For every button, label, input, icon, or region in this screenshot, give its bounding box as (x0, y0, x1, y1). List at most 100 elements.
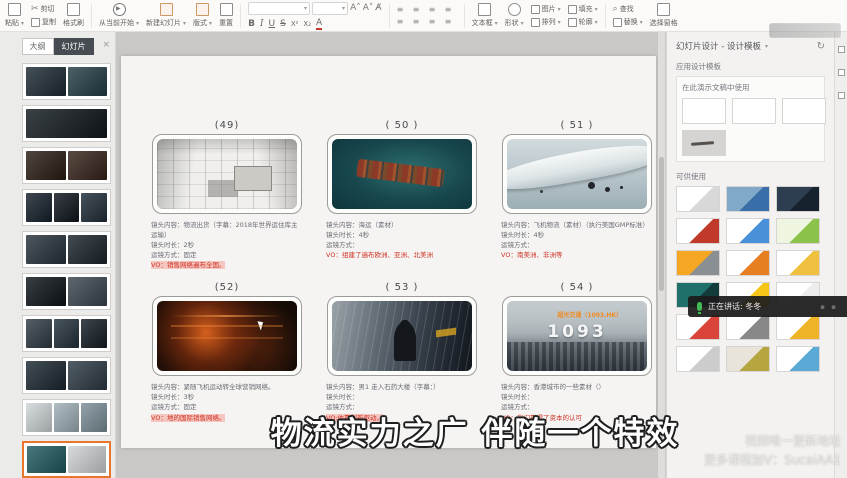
templates-panel-icon[interactable] (838, 46, 845, 53)
storyboard-card-52[interactable]: (52) 镜头内容：紧随飞机运动转全球营销网络。 镜头时长：3秒 运镜方式：固定… (151, 282, 303, 422)
slide-thumbnail[interactable] (22, 315, 111, 352)
current-slide[interactable]: (49) 镜头内容：物流出货（字幕：2018年世界运住库主运输） 镜头时长：2秒… (121, 56, 656, 448)
strikethrough-button[interactable]: S (280, 19, 286, 29)
slide-thumbnail[interactable] (22, 147, 111, 184)
line-spacing-icon[interactable]: ≡ (445, 17, 457, 26)
design-template-thumb[interactable] (776, 314, 820, 340)
align-center-icon[interactable]: ≡ (413, 17, 425, 26)
font-color-button[interactable]: A (316, 18, 322, 30)
decrease-font-icon[interactable]: A˅ (363, 4, 374, 13)
tab-slides[interactable]: 幻灯片 (54, 38, 94, 55)
slide-thumbnail[interactable] (22, 189, 111, 226)
picture-button[interactable]: 图片▾ (531, 4, 561, 14)
design-template-thumb[interactable] (776, 186, 820, 212)
card-number: ( 54 ) (561, 282, 594, 293)
play-from-current-button[interactable]: 从当前开始▾ (99, 3, 139, 28)
indent-increase-icon[interactable]: ≡ (445, 5, 457, 14)
new-slide-button[interactable]: 新建幻灯片▾ (146, 3, 186, 28)
shot-vo: VO：销售网络遍布全国。 (151, 261, 225, 269)
copy-button[interactable]: 复制 (31, 17, 56, 27)
indent-decrease-icon[interactable]: ≡ (429, 5, 441, 14)
align-right-icon[interactable]: ≡ (429, 17, 441, 26)
design-template-thumb[interactable] (676, 314, 720, 340)
paste-button[interactable]: 粘贴▾ (5, 3, 24, 28)
design-template-thumb-selected[interactable] (682, 130, 726, 156)
design-template-thumb[interactable] (726, 186, 770, 212)
slide-thumbnail[interactable] (22, 399, 111, 436)
increase-font-icon[interactable]: A˄ (350, 4, 361, 13)
text-box-button[interactable]: 文本框▾ (472, 3, 498, 28)
thumbnail-image (81, 403, 107, 432)
shapes-button[interactable]: 形状▾ (505, 3, 524, 28)
replace-button[interactable]: 替换▾ (613, 17, 643, 27)
font-family-select[interactable]: ▾ (248, 2, 310, 15)
shot-duration: 镜头时长： (501, 392, 653, 402)
reset-button[interactable]: 重置 (219, 3, 233, 28)
design-template-thumb[interactable] (776, 250, 820, 276)
thumbnail-image (26, 361, 66, 390)
design-template-thumb[interactable] (726, 250, 770, 276)
italic-button[interactable]: I (260, 19, 264, 29)
chevron-down-icon[interactable]: ▾ (765, 43, 768, 50)
superscript-button[interactable]: X² (291, 20, 299, 28)
design-template-thumb[interactable] (676, 218, 720, 244)
card-number: ( 53 ) (386, 282, 419, 293)
video-watermark: 视频唯一更新地址 更多课程加V：SucaiAA1 (704, 432, 841, 470)
microphone-icon (697, 302, 702, 311)
design-template-thumb[interactable] (776, 346, 820, 372)
align-left-icon[interactable]: ≡ (397, 17, 409, 26)
card-image-frame (152, 296, 302, 376)
subscript-button[interactable]: X₂ (303, 20, 311, 28)
thumbnail-image (54, 193, 80, 222)
close-icon[interactable]: × (102, 40, 110, 50)
in-document-templates: 在此演示文稿中使用 (676, 76, 825, 162)
slide-thumbnail[interactable] (22, 63, 111, 100)
underline-button[interactable]: U (269, 19, 276, 29)
color-scheme-icon[interactable] (838, 69, 845, 76)
design-template-thumb[interactable] (676, 346, 720, 372)
outline-button[interactable]: 轮廓▾ (568, 17, 598, 27)
design-template-thumb[interactable] (726, 218, 770, 244)
format-painter-button[interactable]: 格式刷 (63, 3, 84, 28)
bullet-list-icon[interactable]: ≡ (397, 5, 409, 14)
design-template-thumb[interactable] (676, 250, 720, 276)
animation-panel-icon[interactable] (838, 92, 845, 99)
design-template-thumb[interactable] (726, 314, 770, 340)
cut-button[interactable]: ✂剪切 (31, 4, 56, 14)
slide-thumbnail[interactable] (22, 105, 111, 142)
tab-outline[interactable]: 大纲 (22, 38, 54, 55)
design-template-thumb[interactable] (726, 346, 770, 372)
slide-thumbnail[interactable] (22, 357, 111, 394)
design-template-thumb[interactable] (682, 98, 726, 124)
speaking-text: 正在讲话: 冬冬 (708, 301, 761, 312)
thumbnail-image (26, 319, 52, 348)
layout-button[interactable]: 版式▾ (193, 3, 212, 28)
thumbnail-image (26, 403, 52, 432)
numbered-list-icon[interactable]: ≡ (413, 5, 425, 14)
design-template-thumb[interactable] (782, 98, 826, 124)
slide-thumbnail[interactable] (22, 441, 111, 478)
slide-thumbnail[interactable] (22, 273, 111, 310)
selection-pane-button[interactable]: 选择窗格 (650, 3, 678, 28)
storyboard-card-53[interactable]: ( 53 ) 镜头内容：男1 走入石药大楼（字幕：） 镜头时长： 运镜方式： V… (326, 282, 478, 422)
storyboard-card-51[interactable]: ( 51 ) 镜头内容：飞机物流（素材）（执行美国GMP标准） 镜头时长：4秒 … (501, 120, 653, 270)
font-size-select[interactable]: ▾ (312, 2, 348, 15)
design-template-thumb[interactable] (732, 98, 776, 124)
fill-button[interactable]: 填充▾ (568, 4, 598, 14)
shot-duration: 镜头时长：4秒 (501, 230, 653, 240)
storyboard-card-50[interactable]: ( 50 ) 镜头内容：海运（素材） 镜头时长：4秒 运镜方式： VO：组建了遍… (326, 120, 478, 270)
text-box-icon (478, 3, 491, 16)
scrollbar-thumb[interactable] (659, 157, 664, 291)
slide-thumbnail[interactable] (22, 231, 111, 268)
design-template-thumb[interactable] (776, 218, 820, 244)
shot-camera: 运镜方式： (501, 240, 653, 250)
design-template-thumb[interactable] (676, 186, 720, 212)
arrange-button[interactable]: 排列▾ (531, 17, 561, 27)
find-button[interactable]: ⌕查找 (613, 4, 643, 14)
refresh-icon[interactable]: ↻ (817, 41, 825, 52)
search-icon: ⌕ (613, 5, 618, 14)
storyboard-card-49[interactable]: (49) 镜头内容：物流出货（字幕：2018年世界运住库主运输） 镜头时长：2秒… (151, 120, 303, 270)
bold-button[interactable]: B (248, 19, 255, 29)
storyboard-card-54[interactable]: ( 54 ) 超光交通（1093.HK） 1093 镜头内容：香港城市的一些素材… (501, 282, 653, 422)
clear-format-icon[interactable]: A̸ (375, 4, 381, 13)
